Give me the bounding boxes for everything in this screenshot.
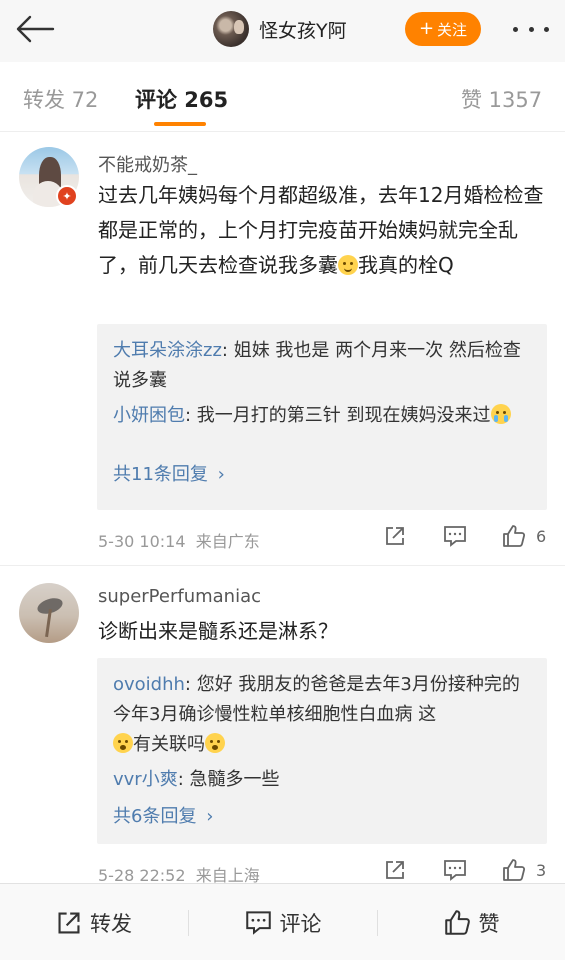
share-icon [386, 861, 404, 879]
tab-comments[interactable]: 评论 265 [135, 84, 228, 114]
reply-text: : 我一月打的第三针 到现在姨妈没来过 [185, 405, 491, 426]
comment-text: 诊断出来是髓系还是淋系？ [98, 619, 338, 643]
commenter-avatar[interactable] [19, 583, 79, 643]
more-replies-label: 共6条回复 [113, 806, 197, 827]
comment-item: superPerfumaniac 诊断出来是髓系还是淋系？ ovoidhh: 您… [0, 566, 565, 885]
top-nav-bar: 怪女孩Y阿 + 关注 [0, 0, 565, 62]
share-comment-button[interactable] [384, 525, 406, 547]
chevron-right-icon: › [206, 806, 214, 827]
comment-icon [444, 860, 466, 881]
tab-reposts[interactable]: 转发 72 [23, 84, 98, 114]
back-button[interactable] [14, 12, 56, 46]
plus-icon: + [418, 18, 435, 39]
verified-badge-icon: ✦ [56, 185, 78, 207]
crying-emoji-icon [490, 404, 511, 424]
smile-emoji-icon [338, 255, 358, 275]
comment-text: 过去几年姨妈每个月都超级准，去年12月婚检检查都是正常的，上个月打完疫苗开始姨妈… [98, 178, 550, 283]
reply-author[interactable]: ovoidhh [113, 674, 185, 695]
tab-bar: 转发 72 评论 265 赞 1357 [0, 62, 565, 132]
comment-icon [444, 526, 466, 547]
more-options-button[interactable] [510, 16, 552, 42]
dot-icon [528, 26, 534, 32]
author-username[interactable]: 怪女孩Y阿 [259, 16, 347, 43]
like-comment-button[interactable]: 3 [502, 858, 546, 882]
reply-text-tail: 有关联吗 [133, 734, 205, 755]
like-count: 3 [536, 860, 547, 880]
repost-label: 转发 [90, 911, 132, 936]
reply-item: vvr小爽: 急髓多一些 [113, 765, 533, 795]
view-more-replies-link[interactable]: 共6条回复 › [113, 802, 213, 828]
reply-author[interactable]: vvr小爽 [113, 769, 178, 790]
more-replies-label: 共11条回复 [113, 464, 208, 485]
comment-meta: 5-30 10:14 来自广东 [98, 528, 260, 552]
view-more-replies-link[interactable]: 共11条回复 › [113, 460, 225, 486]
reply-item: ovoidhh: 您好 我朋友的爸爸是去年3月份接种完的 今年3月确诊慢性粒单核… [113, 670, 533, 760]
reply-item: 小妍困包: 我一月打的第三针 到现在姨妈没来过 [113, 401, 533, 431]
dot-icon [513, 26, 518, 32]
worried-emoji-icon [113, 733, 133, 753]
comment-time: 5-30 10:14 [98, 532, 186, 551]
commenter-name[interactable]: superPerfumaniac [98, 586, 261, 607]
comment-button[interactable]: 评论 [189, 884, 377, 960]
reply-item: 大耳朵涂涂zz: 姐妹 我也是 两个月来一次 然后检查说多囊 [113, 336, 533, 396]
reply-author[interactable]: 大耳朵涂涂zz [113, 340, 222, 361]
reply-comment-button[interactable] [443, 525, 467, 547]
tab-likes[interactable]: 赞 1357 [461, 84, 542, 114]
commenter-name[interactable]: 不能戒奶茶_ [98, 151, 197, 177]
chevron-right-icon: › [217, 464, 225, 485]
active-tab-indicator [154, 122, 206, 126]
reply-comment-button[interactable] [443, 859, 467, 881]
reply-text: : 急髓多一些 [177, 769, 280, 790]
post-author[interactable]: 怪女孩Y阿 [213, 10, 347, 48]
bottom-action-bar: 转发 评论 赞 [0, 883, 565, 960]
like-icon [503, 859, 526, 881]
follow-button[interactable]: + 关注 [405, 12, 481, 46]
comment-icon [245, 911, 271, 935]
author-avatar[interactable] [213, 11, 249, 47]
worried-emoji-icon [205, 733, 225, 753]
like-icon [503, 525, 526, 547]
like-count: 6 [536, 526, 547, 546]
comment-text-part: 我真的栓Q [358, 253, 454, 277]
comment-text-part: 过去几年姨妈每个月都超级准，去年12月婚检检查都是正常的，上个月打完疫苗开始姨妈… [98, 183, 544, 277]
reply-author[interactable]: 小妍困包 [113, 405, 185, 426]
dot-icon [544, 26, 549, 32]
reply-box[interactable]: ovoidhh: 您好 我朋友的爸爸是去年3月份接种完的 今年3月确诊慢性粒单核… [97, 658, 547, 844]
share-icon [386, 527, 404, 545]
follow-label: 关注 [437, 20, 468, 39]
share-icon [58, 911, 80, 934]
like-icon [444, 910, 470, 935]
share-comment-button[interactable] [384, 859, 406, 881]
comment-label: 评论 [279, 911, 322, 936]
comment-source: 来自广东 [195, 532, 260, 551]
comment-item: ✦ 不能戒奶茶_ 过去几年姨妈每个月都超级准，去年12月婚检检查都是正常的，上个… [0, 133, 565, 564]
like-comment-button[interactable]: 6 [502, 524, 546, 548]
arrow-left-icon [16, 15, 55, 43]
like-label: 赞 [478, 911, 500, 936]
reply-box[interactable]: 大耳朵涂涂zz: 姐妹 我也是 两个月来一次 然后检查说多囊 小妍困包: 我一月… [97, 324, 547, 510]
repost-button[interactable]: 转发 [0, 884, 188, 960]
like-button[interactable]: 赞 [378, 884, 565, 960]
